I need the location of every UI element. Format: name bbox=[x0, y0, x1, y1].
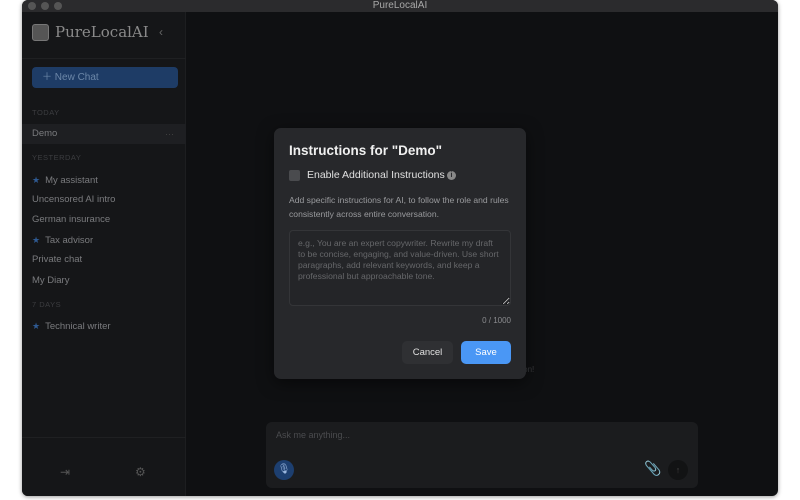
dialog-title: Instructions for "Demo" bbox=[289, 143, 443, 158]
dialog-description: Add specific instructions for AI, to fol… bbox=[289, 195, 509, 219]
more-icon[interactable]: ··· bbox=[165, 124, 174, 144]
plus-icon: ＋ bbox=[42, 72, 52, 83]
checkbox-label[interactable]: Enable Additional Instructions bbox=[307, 169, 445, 181]
window-controls[interactable] bbox=[28, 2, 62, 10]
section-label: 7 DAYS bbox=[32, 300, 62, 309]
new-chat-label: New Chat bbox=[54, 72, 99, 83]
brand-name: PureLocalAI bbox=[55, 23, 149, 41]
star-icon: ★ bbox=[32, 321, 41, 331]
section-label: YESTERDAY bbox=[32, 153, 82, 162]
instructions-textarea[interactable] bbox=[289, 230, 511, 306]
save-button[interactable]: Save bbox=[461, 341, 511, 364]
enable-instructions-checkbox[interactable] bbox=[289, 170, 300, 181]
chat-label: Private chat bbox=[32, 254, 83, 265]
title-bar: PureLocalAI bbox=[22, 0, 778, 12]
chat-label: Technical writer bbox=[45, 321, 111, 332]
chat-item[interactable]: German insurance bbox=[22, 210, 186, 230]
chat-label: My Diary bbox=[32, 275, 70, 286]
section-label: TODAY bbox=[32, 108, 60, 117]
sidebar: PureLocalAI ‹ ＋ New Chat TODAY Demo ··· Y… bbox=[22, 12, 186, 496]
message-input[interactable]: Ask me anything... bbox=[276, 430, 350, 440]
chat-label: German insurance bbox=[32, 214, 111, 225]
chat-item[interactable]: Uncensored AI intro bbox=[22, 190, 186, 210]
microphone-button[interactable]: 🎙 bbox=[274, 460, 294, 480]
attach-icon[interactable]: 📎 bbox=[644, 460, 661, 477]
star-icon: ★ bbox=[32, 235, 41, 245]
chat-item[interactable]: ★ Technical writer bbox=[22, 316, 186, 336]
divider bbox=[22, 437, 186, 438]
logout-icon[interactable]: ⇥ bbox=[60, 465, 70, 479]
composer: Ask me anything... 🎙 📎 ↑ bbox=[266, 422, 698, 488]
chat-label: Demo bbox=[32, 128, 58, 139]
window-title: PureLocalAI bbox=[372, 0, 428, 11]
chat-label: Tax advisor bbox=[45, 235, 94, 246]
collapse-sidebar-icon[interactable]: ‹ bbox=[159, 25, 163, 39]
chat-item-demo[interactable]: Demo ··· bbox=[22, 124, 186, 144]
brand: PureLocalAI bbox=[32, 23, 149, 41]
divider bbox=[22, 58, 186, 59]
chat-label: Uncensored AI intro bbox=[32, 194, 116, 205]
cancel-button[interactable]: Cancel bbox=[402, 341, 453, 364]
new-chat-button[interactable]: ＋ New Chat bbox=[32, 67, 178, 88]
chat-item[interactable]: ★ My assistant bbox=[22, 170, 186, 190]
send-button[interactable]: ↑ bbox=[668, 460, 688, 480]
instructions-dialog: Instructions for "Demo" Enable Additiona… bbox=[274, 128, 526, 379]
chat-item[interactable]: My Diary bbox=[22, 271, 186, 291]
gear-icon[interactable]: ⚙ bbox=[135, 465, 146, 479]
chat-item[interactable]: ★ Tax advisor bbox=[22, 230, 186, 250]
info-icon[interactable]: i bbox=[447, 171, 456, 180]
logo-icon bbox=[32, 23, 49, 41]
chat-item[interactable]: Private chat bbox=[22, 250, 186, 270]
star-icon: ★ bbox=[32, 175, 41, 185]
character-count: 0 / 1000 bbox=[482, 316, 511, 325]
chat-label: My assistant bbox=[45, 175, 98, 186]
